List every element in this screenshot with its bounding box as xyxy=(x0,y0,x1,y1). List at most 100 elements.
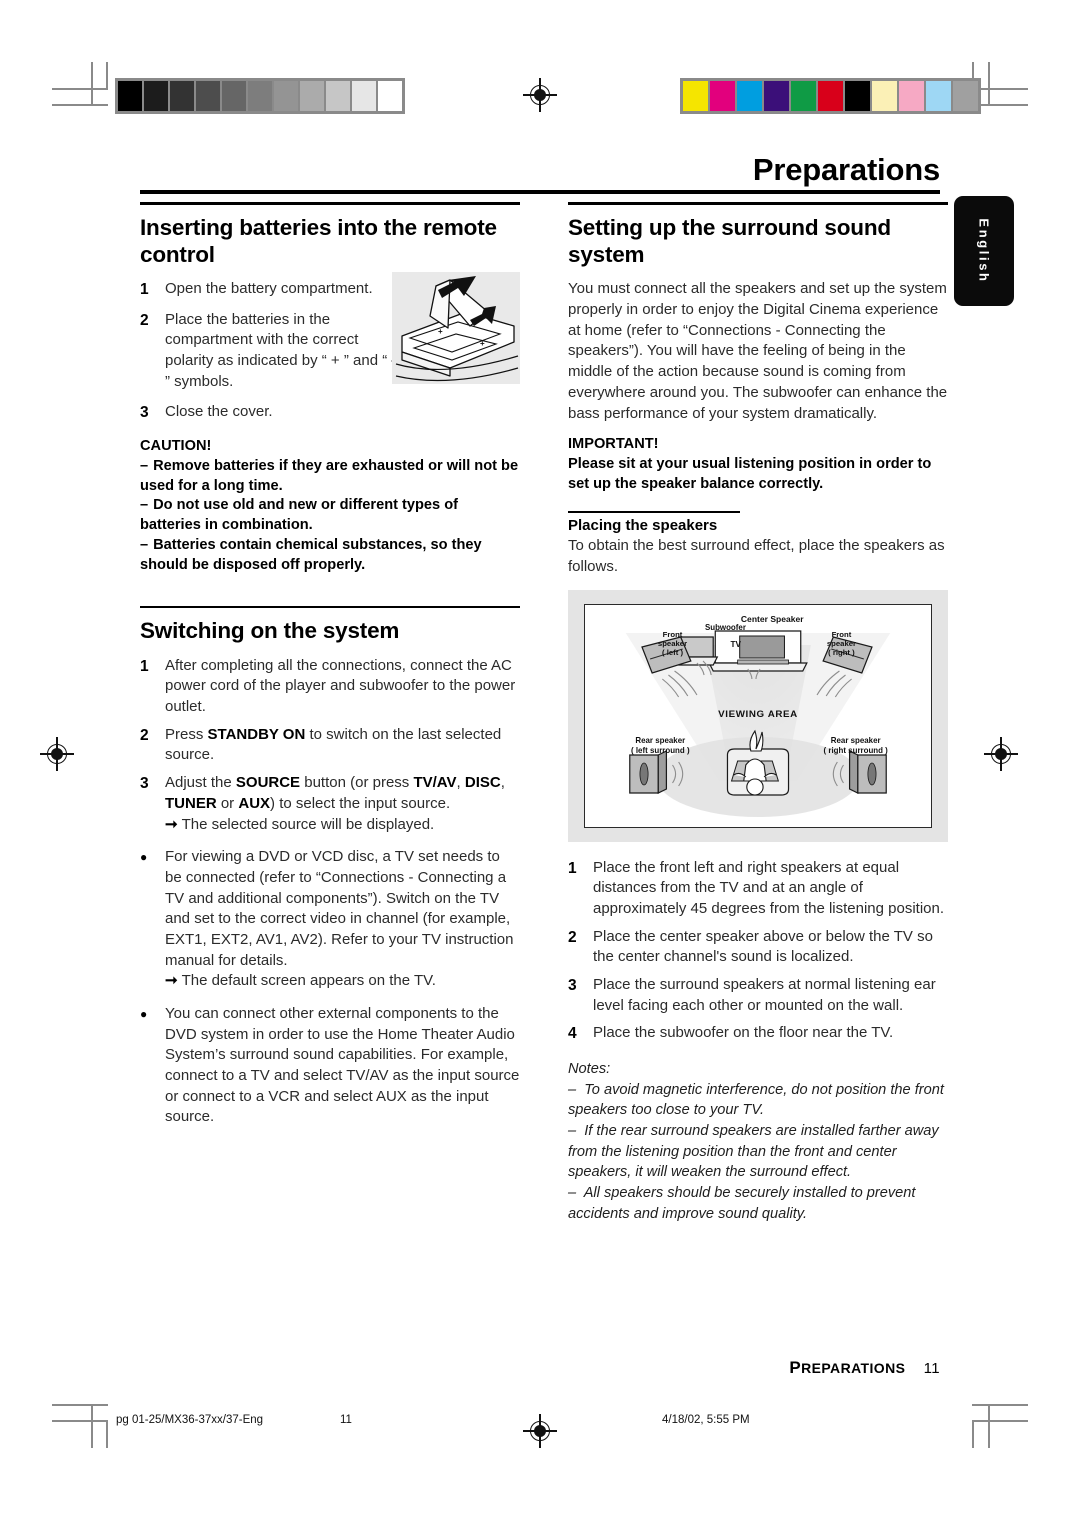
arrow-icon: ➞ xyxy=(165,972,178,990)
important-heading: IMPORTANT! xyxy=(568,436,659,453)
label-rear-left-1: Rear speaker xyxy=(635,736,685,745)
print-line-date: 4/18/02, 5:55 PM xyxy=(662,1414,750,1426)
step-marker: 4 xyxy=(568,1025,577,1043)
caution-heading: CAUTION! xyxy=(140,437,212,454)
step-text: Place the surround speakers at normal li… xyxy=(593,976,936,1014)
label-rear-right-2: ( right surround ) xyxy=(824,746,889,755)
placing-speakers-intro: To obtain the best surround effect, plac… xyxy=(568,537,945,575)
footer-chapter-text: PREPARATIONS xyxy=(789,1358,906,1377)
step-text: For viewing a DVD or VCD disc, a TV set … xyxy=(165,847,520,992)
button-name-source: SOURCE xyxy=(235,774,301,792)
remote-battery-illustration: + + xyxy=(392,272,520,384)
step-text: Close the cover. xyxy=(165,402,273,420)
svg-text:+: + xyxy=(438,327,443,336)
steps-switching-on: 1 After completing all the connections, … xyxy=(140,656,520,1128)
language-tab-label: English xyxy=(976,218,992,284)
footer-page-number: 11 xyxy=(923,1360,940,1377)
label-tv: TV xyxy=(731,640,742,649)
note-item-text: All speakers should be securely installe… xyxy=(568,1185,916,1222)
heading-setting-up-surround: Setting up the surround sound system xyxy=(568,214,891,267)
label-rear-left-2: ( left surround ) xyxy=(631,746,690,755)
button-name-disc: DISC xyxy=(464,774,501,792)
arrow-icon: ➞ xyxy=(165,815,178,833)
step-text: Place the center speaker above or below … xyxy=(593,927,933,966)
label-front-left-3: ( left ) xyxy=(662,648,683,657)
bullet-icon: ● xyxy=(140,850,148,865)
caution-block: CAUTION! – Remove batteries if they are e… xyxy=(140,437,520,576)
step-body-text: For viewing a DVD or VCD disc, a TV set … xyxy=(165,848,514,969)
step-text: Place the batteries in the compartment w… xyxy=(165,310,407,390)
label-front-right-1: Front xyxy=(832,630,852,639)
caution-item-text: Remove batteries if they are exhausted o… xyxy=(140,457,519,494)
caution-item: – Remove batteries if they are exhausted … xyxy=(140,457,519,494)
note-item: – If the rear surround speakers are inst… xyxy=(568,1122,939,1181)
list-item: 4 Place the subwoofer on the floor near … xyxy=(568,1023,948,1044)
step-result: ➞ The selected source will be displayed. xyxy=(165,815,520,836)
caution-item-text: Do not use old and new or different type… xyxy=(140,497,458,534)
step-text: Place the front left and right speakers … xyxy=(593,858,945,917)
important-text: Please sit at your usual listening posit… xyxy=(568,456,932,492)
heading-inserting-batteries: Inserting batteries into the remote cont… xyxy=(140,214,497,267)
step-marker: 3 xyxy=(568,977,577,995)
svg-text:+: + xyxy=(480,339,485,348)
step-marker: 2 xyxy=(140,726,149,744)
label-subwoofer: Subwoofer xyxy=(705,623,746,632)
step-marker: 2 xyxy=(568,928,577,946)
step-text: After completing all the connections, co… xyxy=(165,656,516,716)
notes-block: Notes: – To avoid magnetic interference,… xyxy=(568,1059,948,1225)
list-item: 1 After completing all the connections, … xyxy=(140,656,520,718)
manual-page: Preparations English Inserting batteries… xyxy=(0,0,1080,1528)
list-item: 2 Place the center speaker above or belo… xyxy=(568,927,948,968)
label-rear-right-1: Rear speaker xyxy=(831,736,881,745)
step-text: Adjust the SOURCE button (or press TV/AV… xyxy=(165,773,520,835)
subsection-rule-placing-speakers xyxy=(568,510,740,514)
important-block: IMPORTANT! Please sit at your usual list… xyxy=(568,435,948,495)
section-rule-inserting-batteries xyxy=(140,202,520,205)
step-marker: 1 xyxy=(140,281,149,299)
step-marker: 2 xyxy=(140,311,149,329)
print-line-file: pg 01-25/MX36-37xx/37-Eng xyxy=(116,1414,264,1426)
note-item-text: To avoid magnetic interference, do not p… xyxy=(568,1081,944,1119)
label-front-left-2: speaker xyxy=(658,639,687,648)
list-item: ● For viewing a DVD or VCD disc, a TV se… xyxy=(140,847,520,992)
heading-switching-on-system: Switching on the system xyxy=(140,618,400,644)
step-text: Press STANDBY ON to switch on the last s… xyxy=(165,725,502,764)
section-rule-surround-setup xyxy=(568,202,948,205)
speaker-placement-figure: Front speaker ( left ) Front speaker ( r… xyxy=(568,589,948,842)
step-result: ➞ The default screen appears on the TV. xyxy=(165,971,520,992)
footer-chapter-label: PREPARATIONS 11 xyxy=(789,1358,940,1378)
notes-heading: Notes: xyxy=(568,1060,611,1077)
step-result-text: The selected source will be displayed. xyxy=(181,815,435,833)
list-item: 3 Place the surround speakers at normal … xyxy=(568,975,948,1016)
caution-item-text: Batteries contain chemical substances, s… xyxy=(140,537,482,573)
right-column: Setting up the surround sound system You… xyxy=(568,202,948,1225)
label-front-left-1: Front xyxy=(663,630,683,639)
label-front-right-2: speaker xyxy=(827,639,856,648)
step-marker: 3 xyxy=(140,775,149,793)
note-item: – All speakers should be securely instal… xyxy=(568,1185,916,1222)
print-line-page: 11 xyxy=(340,1414,352,1426)
step-marker: 1 xyxy=(568,859,577,877)
step-marker: 1 xyxy=(140,657,149,675)
subheading-placing-speakers: Placing the speakers xyxy=(568,517,718,535)
surround-intro-paragraph: You must connect all the speakers and se… xyxy=(568,280,948,422)
steps-speaker-placement: 1 Place the front left and right speaker… xyxy=(568,858,948,1045)
caution-item: – Batteries contain chemical substances, … xyxy=(140,537,482,573)
step-text: You can connect other external component… xyxy=(165,1005,520,1126)
label-front-right-3: ( right ) xyxy=(828,648,855,657)
language-tab-english: English xyxy=(954,196,1014,306)
caution-item: – Do not use old and new or different typ… xyxy=(140,497,458,534)
note-item-text: If the rear surround speakers are instal… xyxy=(568,1122,939,1181)
button-name-standby-on: STANDBY ON xyxy=(207,725,306,743)
step-text: Place the subwoofer on the floor near th… xyxy=(593,1024,894,1042)
button-name-tvav: TV/AV xyxy=(413,774,457,792)
list-item: ● You can connect other external compone… xyxy=(140,1004,520,1128)
button-name-tuner: TUNER xyxy=(165,794,217,812)
speaker-placement-diagram: Front speaker ( left ) Front speaker ( r… xyxy=(584,603,932,828)
list-item: 3 Adjust the SOURCE button (or press TV/… xyxy=(140,773,520,835)
section-rule-switching-on xyxy=(140,605,520,609)
bullet-icon: ● xyxy=(140,1007,148,1022)
step-marker: 3 xyxy=(140,403,149,421)
list-item: 3 Close the cover. xyxy=(140,402,520,423)
button-name-aux: AUX xyxy=(238,794,271,812)
